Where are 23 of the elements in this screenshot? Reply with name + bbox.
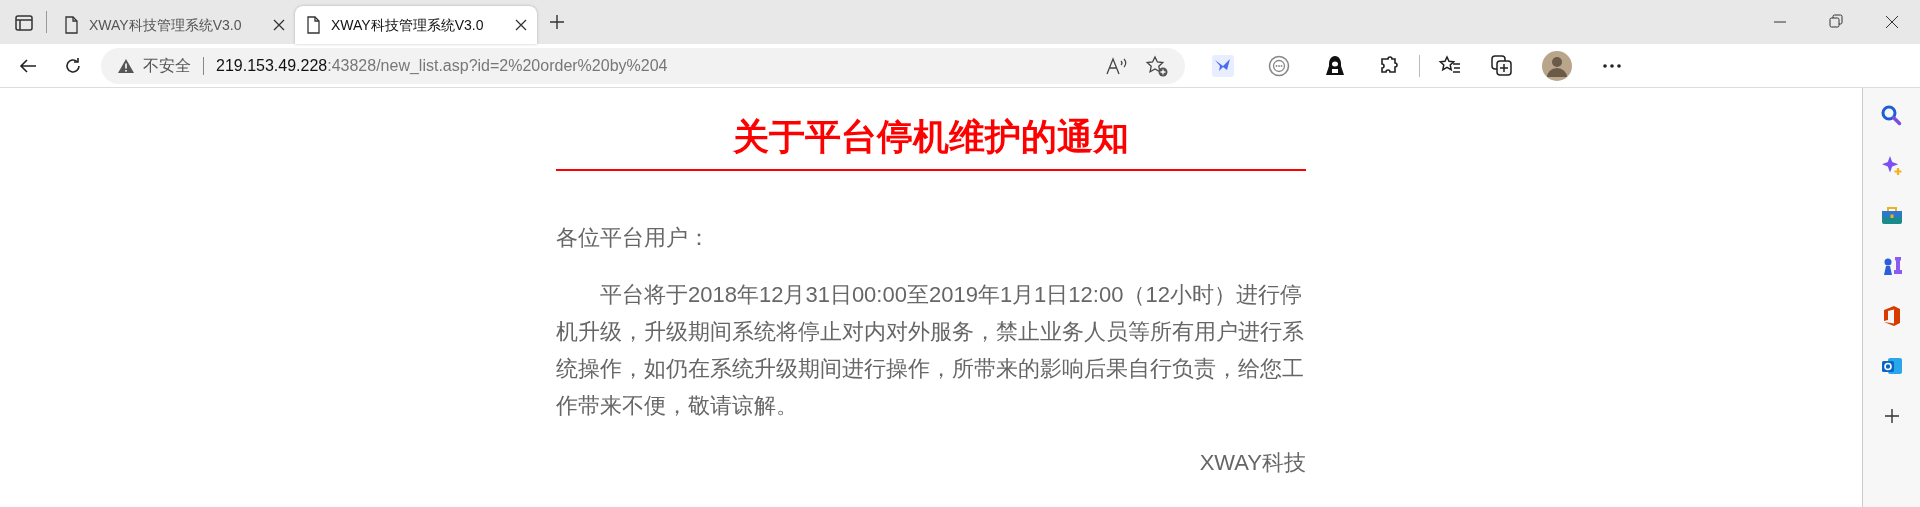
bird-extension-icon[interactable] (1211, 53, 1235, 78)
collections-icon[interactable] (1490, 53, 1514, 78)
read-aloud-icon[interactable] (1105, 55, 1129, 76)
search-icon[interactable] (1879, 104, 1904, 128)
chat-circle-icon[interactable] (1267, 53, 1291, 78)
url-field[interactable]: 219.153.49.228:43828/new_list.asp?id=2%20order%20by%204 (216, 53, 668, 78)
notice-title: 关于平台停机维护的通知 (732, 115, 1130, 159)
hooded-figure-icon[interactable] (1323, 53, 1347, 78)
close-icon[interactable] (273, 19, 285, 31)
add-favorite-icon[interactable] (1145, 54, 1169, 77)
greeting-text: 各位平台用户： (556, 223, 711, 252)
refresh-icon[interactable] (63, 55, 83, 76)
browser-tab[interactable]: XWAY科技管理系统V3.0 (295, 6, 537, 44)
close-icon[interactable] (515, 19, 527, 31)
new-tab-icon[interactable] (549, 14, 565, 30)
security-label[interactable]: 不安全 (143, 53, 191, 78)
tab-actions-icon[interactable] (14, 13, 34, 33)
profile-avatar[interactable] (1542, 50, 1572, 81)
signature-text: XWAY科技 (1198, 448, 1306, 477)
warning-icon (117, 57, 135, 74)
page-icon (305, 16, 321, 34)
notice-paragraph: 平台将于2018年12月31日00:00至2019年1月1日12:00（12小时）进行停机升级，升级期间系统将停止对内对外服务，禁止业务人员等所有用户进行系统操作，如仍在系统升级期间进行操作，所带来的影响后果自行负责，给您工作带来不便，敬请谅解。 (556, 280, 1305, 420)
page-icon (63, 16, 79, 34)
